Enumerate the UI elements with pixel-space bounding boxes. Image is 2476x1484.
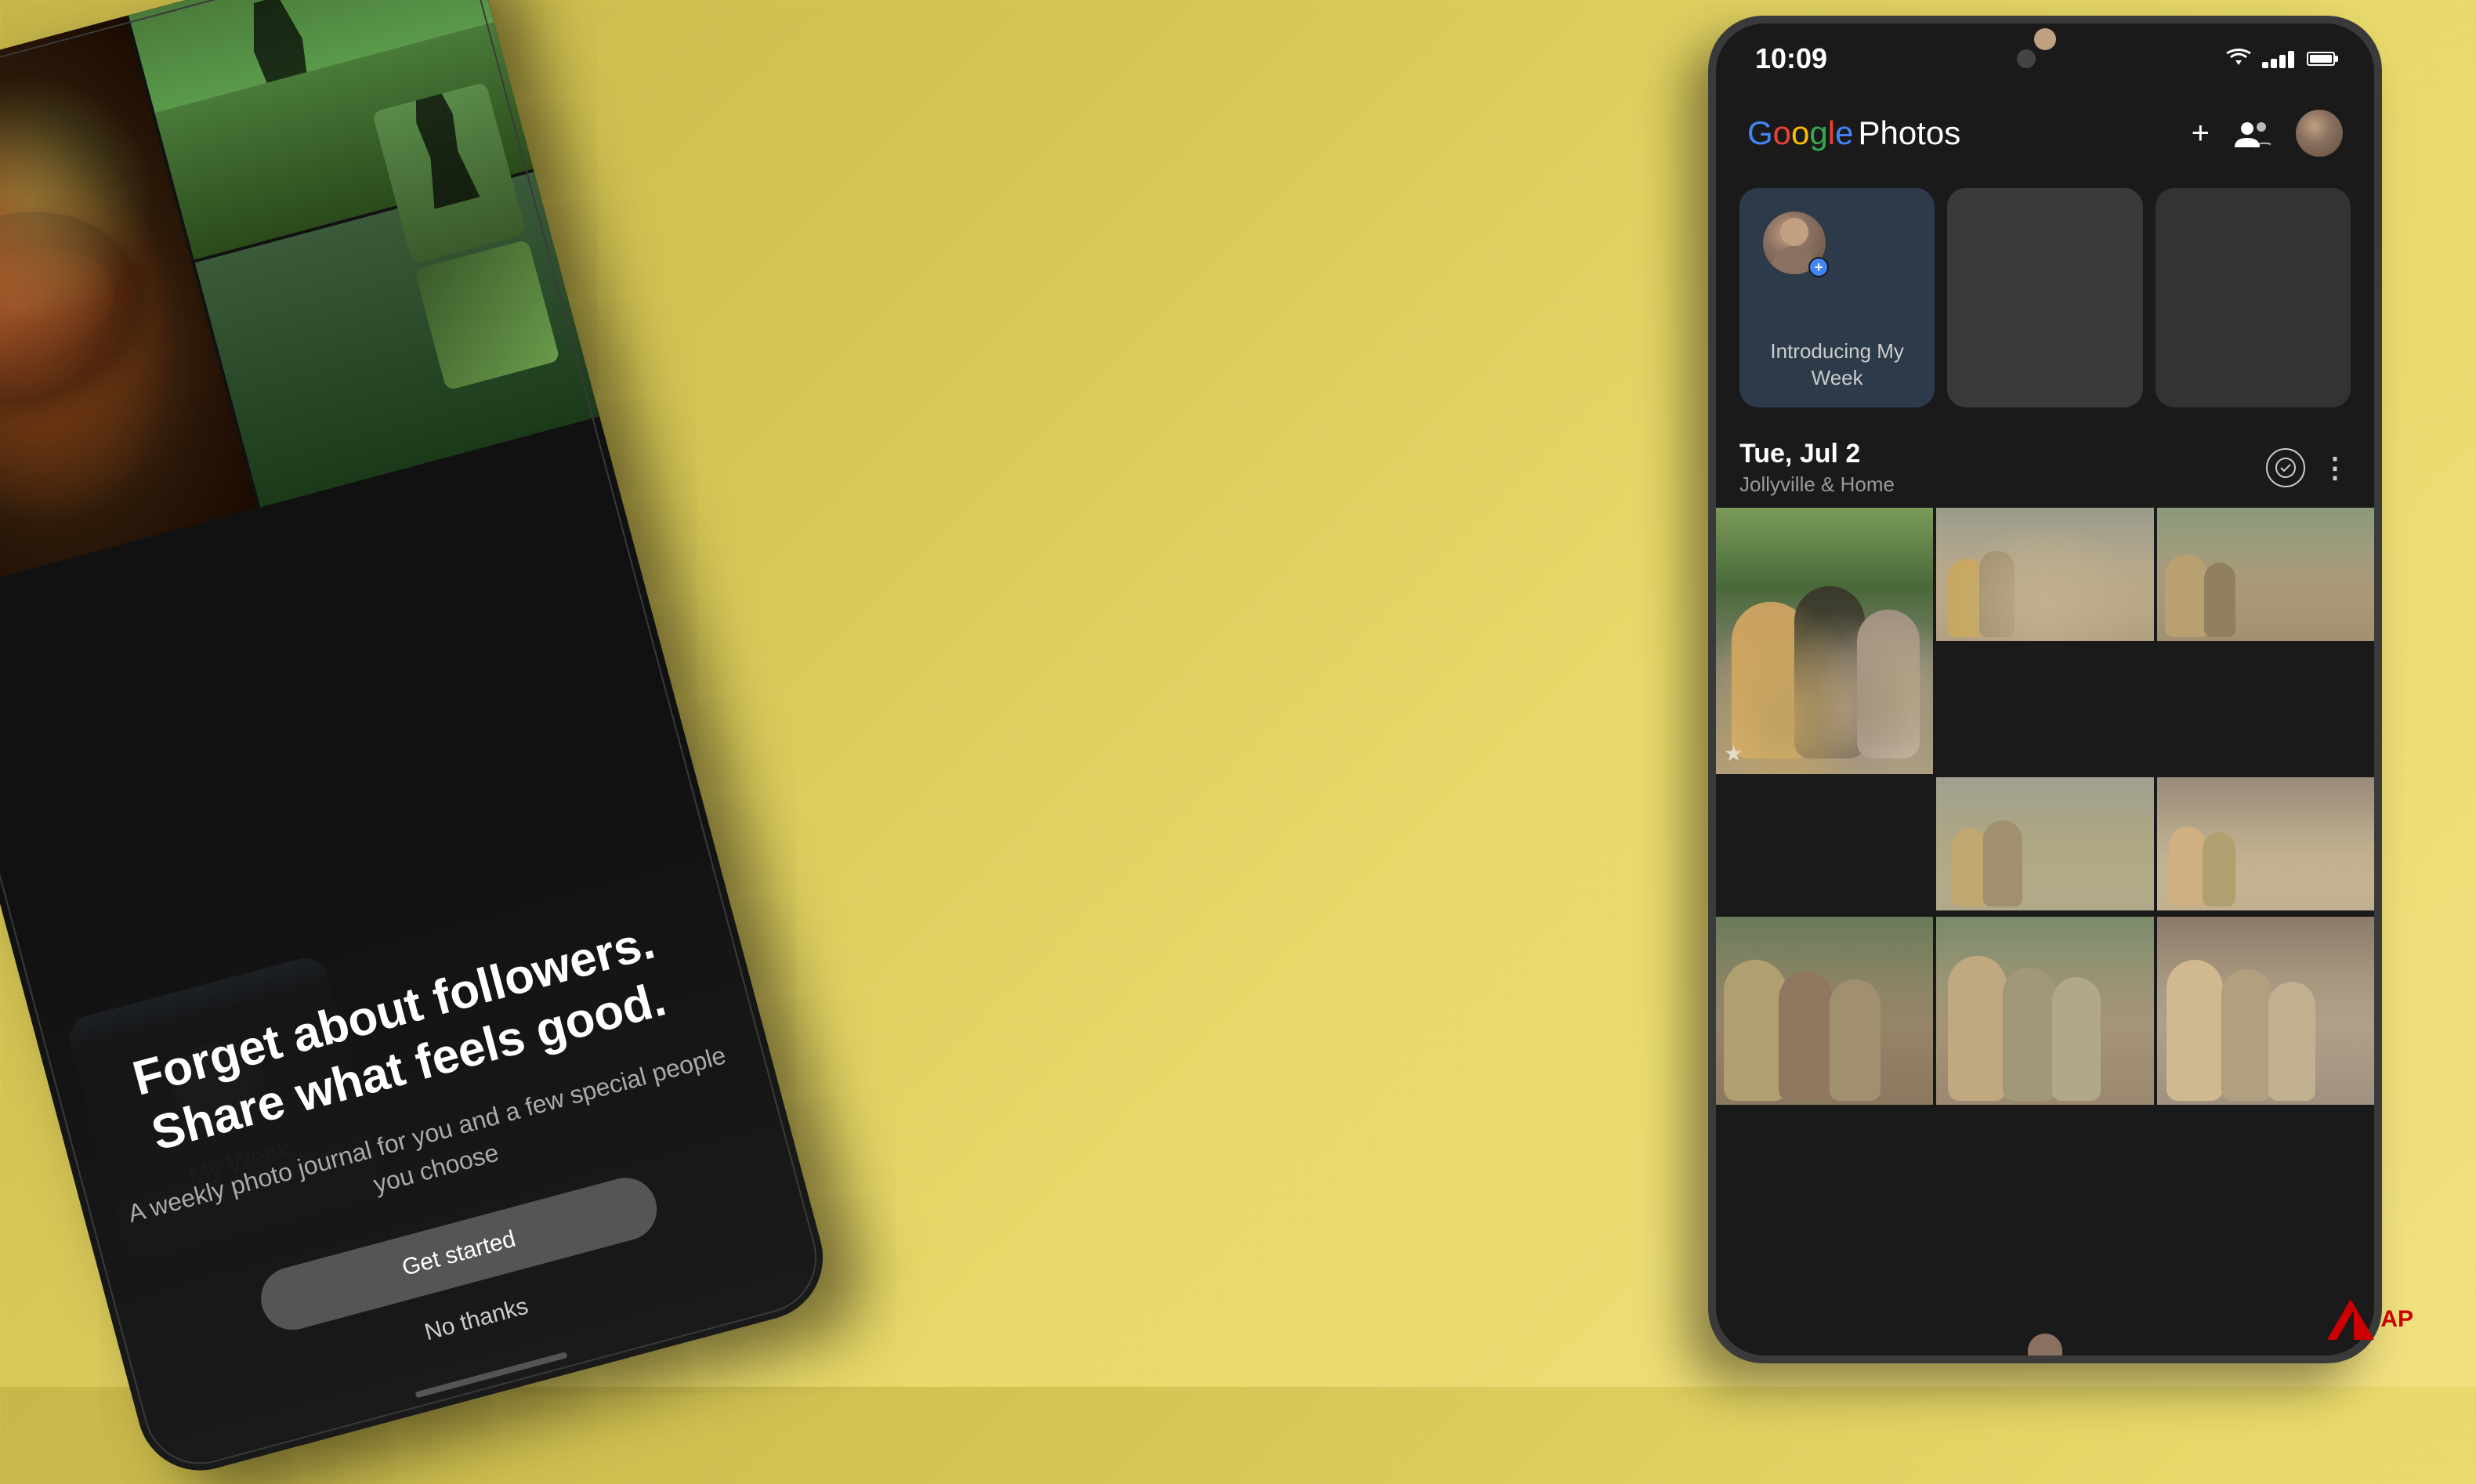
cat-photo-row2-2[interactable] xyxy=(1936,917,2153,1105)
add-button[interactable]: + xyxy=(2192,116,2210,151)
cat-photo-sm1[interactable] xyxy=(1936,508,2153,641)
story-avatar-plus: + xyxy=(1808,257,1829,277)
bottom-overlay: Forget about followers. Share what feels… xyxy=(13,772,837,1484)
cat-photo-sm2[interactable] xyxy=(2157,508,2374,641)
watermark: AP xyxy=(2327,1299,2413,1340)
logo-e: l xyxy=(1828,114,1835,151)
left-phone: My Week Forget about followers. Share wh… xyxy=(0,0,837,1484)
story-label-my-week: Introducing My Week xyxy=(1739,338,1935,392)
battery-fill xyxy=(2310,55,2332,63)
cat-photo-sm4[interactable] xyxy=(2157,777,2374,910)
logo-o2: o xyxy=(1791,114,1809,151)
right-phone: 10:09 xyxy=(1708,16,2382,1363)
food-bowl-image xyxy=(0,186,160,429)
no-thanks-button[interactable]: No thanks xyxy=(422,1293,531,1346)
date-location: Jollyville & Home xyxy=(1739,472,1895,497)
battery-icon xyxy=(2307,52,2335,66)
logo-google-text: Google xyxy=(1747,114,1853,152)
status-time: 10:09 xyxy=(1755,42,1827,75)
watermark-text: AP xyxy=(2380,1306,2413,1333)
story-card-blank-1[interactable] xyxy=(1947,188,2142,407)
wifi-icon xyxy=(2224,48,2253,70)
home-indicator xyxy=(414,1352,567,1398)
check-circle-button[interactable] xyxy=(2266,448,2305,487)
shadow-figure xyxy=(236,0,337,159)
logo-gl: g xyxy=(1809,114,1827,151)
logo-photos-text: Photos xyxy=(1858,114,1960,152)
app-logo: Google Photos xyxy=(1747,114,1960,152)
watermark-logo: AP xyxy=(2327,1299,2413,1340)
date-section: Tue, Jul 2 Jollyville & Home ⋮ xyxy=(1716,423,2374,505)
date-info: Tue, Jul 2 Jollyville & Home xyxy=(1739,439,1895,497)
date-row: Tue, Jul 2 Jollyville & Home ⋮ xyxy=(1739,439,2351,497)
people-icon[interactable] xyxy=(2233,118,2272,149)
story-avatar-wrap: + xyxy=(1763,212,1826,274)
more-options-button[interactable]: ⋮ xyxy=(2321,451,2351,484)
logo-g: G xyxy=(1747,114,1773,151)
checkmark-icon xyxy=(2275,457,2297,479)
cat-photo-row2-3[interactable] xyxy=(2157,917,2374,1105)
star-badge: ★ xyxy=(1724,740,1743,766)
logo-o1: o xyxy=(1773,114,1791,151)
story-card-my-week[interactable]: + Introducing My Week xyxy=(1739,188,1935,407)
user-avatar-right[interactable] xyxy=(2296,110,2343,157)
status-icons xyxy=(2224,48,2335,70)
stories-row: + Introducing My Week xyxy=(1716,172,2374,423)
watermark-triangle-inner xyxy=(2337,1310,2354,1340)
story-card-blank-2[interactable] xyxy=(2156,188,2351,407)
header-actions: + xyxy=(2192,110,2343,157)
app-header: Google Photos + xyxy=(1716,94,2374,172)
photo-grid-2 xyxy=(1716,914,2374,1108)
date-title: Tue, Jul 2 xyxy=(1739,439,1895,469)
signal-icon xyxy=(2262,49,2294,68)
cat-photo-row2-1[interactable] xyxy=(1716,917,1933,1105)
cat-photo-large[interactable]: ★ xyxy=(1716,508,1933,774)
photo-grid-1: ★ xyxy=(1716,505,2374,914)
date-actions: ⋮ xyxy=(2266,448,2351,487)
logo-e2: e xyxy=(1835,114,1853,151)
camera-indicator xyxy=(2017,49,2036,68)
cat-photo-sm3[interactable] xyxy=(1936,777,2153,910)
